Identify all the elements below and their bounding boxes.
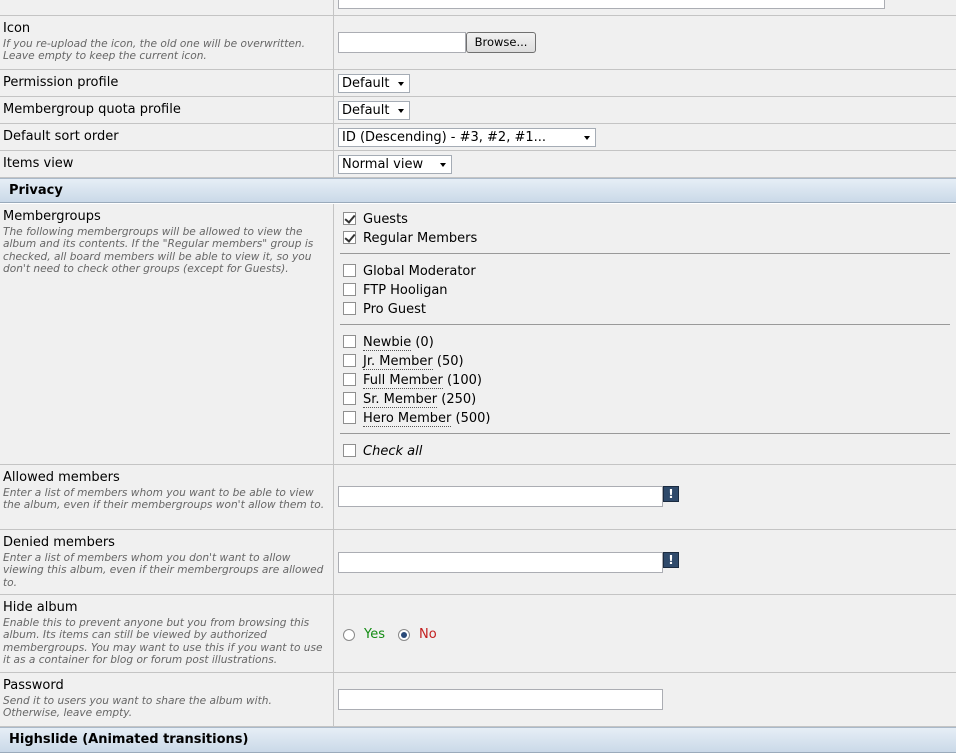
icon-file-input[interactable] [338, 32, 466, 53]
divider [340, 433, 950, 434]
sort-order-row: Default sort order ID (Descending) - #3,… [0, 124, 956, 151]
quota-profile-row: Membergroup quota profile Default [0, 97, 956, 124]
sr-member-label: Sr. Member (250) [363, 392, 477, 408]
sr-member-link[interactable]: Sr. Member [363, 392, 438, 408]
hide-album-row: Hide album Enable this to prevent anyone… [0, 595, 956, 673]
permission-profile-select[interactable]: Default [338, 74, 410, 93]
regular-members-checkbox[interactable] [343, 231, 356, 244]
full-member-link[interactable]: Full Member [363, 373, 443, 389]
hide-album-label: Hide album [3, 600, 78, 615]
membergroups-row: Membergroups The following membergroups … [0, 204, 956, 465]
divider [340, 324, 950, 325]
newbie-checkbox[interactable] [343, 335, 356, 348]
privacy-section-header: Privacy [0, 178, 956, 203]
items-view-label: Items view [3, 156, 74, 171]
password-description: Send it to users you want to share the a… [3, 695, 272, 720]
password-row: Password Send it to users you want to sh… [0, 673, 956, 727]
items-view-select[interactable]: Normal view [338, 155, 452, 174]
allowed-members-input[interactable] [338, 486, 663, 507]
denied-members-input[interactable] [338, 552, 663, 573]
password-input[interactable] [338, 689, 663, 710]
permission-profile-row: Permission profile Default [0, 70, 956, 97]
newbie-label: Newbie (0) [363, 335, 434, 351]
ftp-hooligan-checkbox[interactable] [343, 283, 356, 296]
icon-label: Icon [3, 21, 31, 36]
sr-member-checkbox[interactable] [343, 392, 356, 405]
sort-order-select[interactable]: ID (Descending) - #3, #2, #1... [338, 128, 596, 147]
chevron-down-icon [584, 136, 590, 140]
hero-member-label: Hero Member (500) [363, 411, 491, 427]
membergroups-label: Membergroups [3, 209, 101, 224]
allowed-members-description: Enter a list of members whom you want to… [3, 487, 325, 512]
chevron-down-icon [440, 163, 446, 167]
newbie-link[interactable]: Newbie [363, 335, 412, 351]
full-member-label: Full Member (100) [363, 373, 482, 389]
member-search-icon[interactable] [663, 486, 679, 502]
pro-guest-label: Pro Guest [363, 302, 426, 317]
previous-row [0, 0, 956, 16]
denied-members-description: Enter a list of members whom you don't w… [3, 552, 324, 589]
check-all-label: Check all [363, 444, 423, 459]
regular-members-label: Regular Members [363, 231, 478, 246]
jr-member-link[interactable]: Jr. Member [363, 354, 433, 370]
denied-members-row: Denied members Enter a list of members w… [0, 530, 956, 595]
hero-member-checkbox[interactable] [343, 411, 356, 424]
membergroups-description: The following membergroups will be allow… [3, 226, 314, 276]
hide-album-yes-radio[interactable] [343, 629, 355, 641]
jr-member-label: Jr. Member (50) [363, 354, 464, 370]
check-all-checkbox[interactable] [343, 444, 356, 457]
hero-member-link[interactable]: Hero Member [363, 411, 452, 427]
global-moderator-label: Global Moderator [363, 264, 476, 279]
quota-profile-label: Membergroup quota profile [3, 102, 181, 117]
hide-album-yes-label: Yes [364, 627, 385, 642]
quota-profile-select[interactable]: Default [338, 101, 410, 120]
highslide-section-header: Highslide (Animated transitions) [0, 727, 956, 753]
icon-description: If you re-upload the icon, the old one w… [3, 38, 305, 63]
divider [340, 253, 950, 254]
hide-album-no-label: No [419, 627, 437, 642]
member-search-icon[interactable] [663, 552, 679, 568]
chevron-down-icon [398, 82, 404, 86]
browse-button[interactable]: Browse... [466, 32, 536, 53]
sort-order-label: Default sort order [3, 129, 119, 144]
full-member-checkbox[interactable] [343, 373, 356, 386]
hide-album-description: Enable this to prevent anyone but you fr… [3, 617, 323, 667]
jr-member-checkbox[interactable] [343, 354, 356, 367]
guests-label: Guests [363, 212, 408, 227]
allowed-members-label: Allowed members [3, 470, 120, 485]
permission-profile-label: Permission profile [3, 75, 119, 90]
global-moderator-checkbox[interactable] [343, 264, 356, 277]
previous-textbox[interactable] [338, 0, 885, 9]
ftp-hooligan-label: FTP Hooligan [363, 283, 448, 298]
icon-row: Icon If you re-upload the icon, the old … [0, 16, 956, 70]
hide-album-no-radio[interactable] [398, 629, 410, 641]
denied-members-label: Denied members [3, 535, 115, 550]
allowed-members-row: Allowed members Enter a list of members … [0, 465, 956, 530]
password-label: Password [3, 678, 64, 693]
chevron-down-icon [398, 109, 404, 113]
pro-guest-checkbox[interactable] [343, 302, 356, 315]
guests-checkbox[interactable] [343, 212, 356, 225]
items-view-row: Items view Normal view [0, 151, 956, 178]
